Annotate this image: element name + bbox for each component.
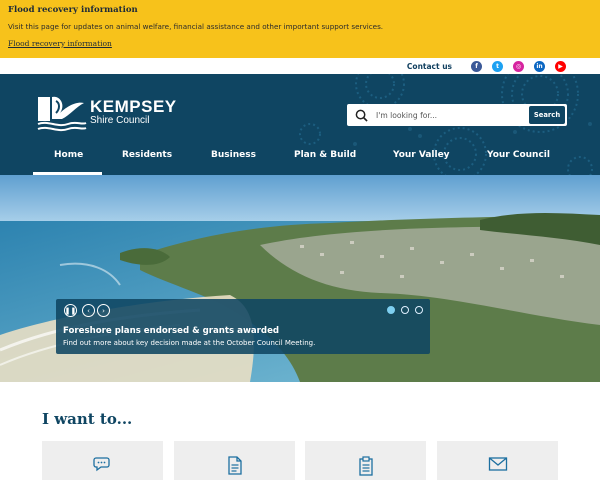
hero-carousel: ❚❚ ‹ › Foreshore plans endorsed & grants… [0, 175, 600, 382]
document-icon [227, 456, 242, 475]
alert-text: Visit this page for updates on animal we… [8, 22, 384, 31]
linkedin-icon[interactable]: in [534, 60, 545, 72]
i-want-to-heading: I want to... [42, 410, 133, 428]
i-want-to-card-3[interactable] [305, 441, 426, 480]
kempsey-logo-icon [37, 96, 87, 132]
hero-caption: ❚❚ ‹ › Foreshore plans endorsed & grants… [56, 299, 430, 354]
chat-icon [92, 457, 110, 472]
nav-item-business[interactable]: Business [211, 150, 256, 160]
chevron-right-icon[interactable]: › [97, 304, 110, 317]
nav-item-residents[interactable]: Residents [122, 150, 172, 160]
chevron-left-icon[interactable]: ‹ [82, 304, 95, 317]
twitter-icon[interactable]: t [492, 60, 503, 72]
pause-icon[interactable]: ❚❚ [64, 304, 77, 317]
nav-item-your-valley[interactable]: Your Valley [393, 150, 450, 160]
utility-bar: Contact us f t ◎ in ▶ [0, 58, 600, 74]
nav-item-home[interactable]: Home [54, 150, 83, 160]
alert-title: Flood recovery information [8, 5, 138, 15]
facebook-icon[interactable]: f [471, 60, 482, 72]
envelope-icon [488, 457, 507, 471]
i-want-to-card-2[interactable] [174, 441, 295, 480]
logo-name: KEMPSEY [90, 97, 177, 116]
search-icon [355, 109, 368, 122]
youtube-icon[interactable]: ▶ [555, 60, 566, 72]
site-header: KEMPSEY Shire Council Search Home Reside… [0, 74, 600, 175]
i-want-to-card-4[interactable] [437, 441, 558, 480]
carousel-dot-3[interactable] [415, 306, 423, 314]
carousel-dot-2[interactable] [401, 306, 409, 314]
site-logo[interactable]: KEMPSEY Shire Council [36, 91, 177, 133]
alert-link[interactable]: Flood recovery information [8, 39, 112, 48]
clipboard-icon [358, 456, 373, 476]
instagram-icon[interactable]: ◎ [513, 60, 524, 72]
main-nav: Home Residents Business Plan & Build You… [0, 144, 600, 175]
logo-subtitle: Shire Council [90, 115, 150, 126]
alert-banner: Flood recovery information Visit this pa… [0, 0, 600, 58]
hero-caption-title[interactable]: Foreshore plans endorsed & grants awarde… [63, 326, 279, 336]
search-input[interactable] [376, 110, 526, 120]
search-button[interactable]: Search [529, 106, 565, 124]
carousel-dot-1[interactable] [387, 306, 395, 314]
nav-item-plan-build[interactable]: Plan & Build [294, 150, 356, 160]
i-want-to-card-1[interactable] [42, 441, 163, 480]
hero-caption-text: Find out more about key decision made at… [63, 339, 316, 347]
nav-item-your-council[interactable]: Your Council [487, 150, 550, 160]
search-bar: Search [347, 104, 567, 126]
contact-us-link[interactable]: Contact us [407, 62, 452, 71]
